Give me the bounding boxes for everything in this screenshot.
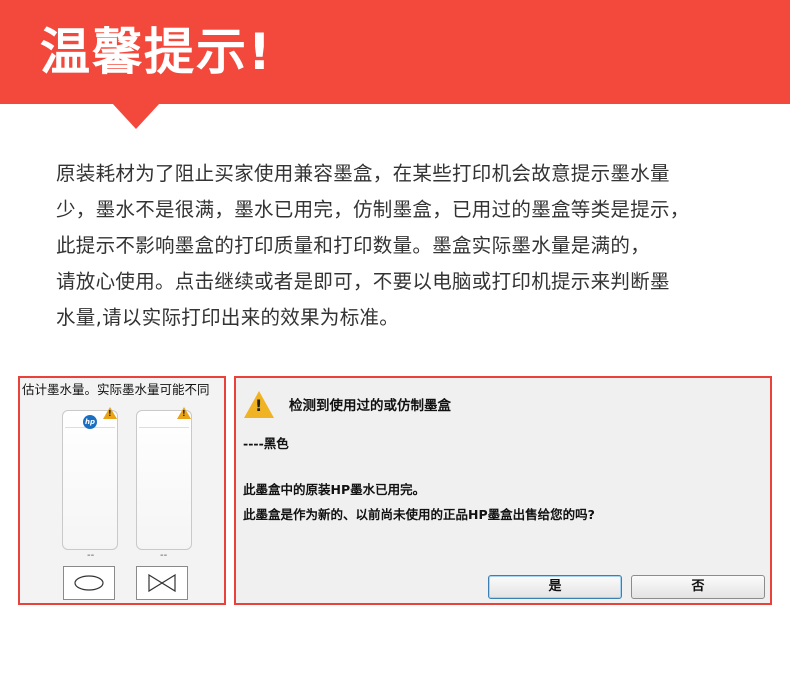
color-cartridge-shape bbox=[136, 566, 188, 600]
ink-level-header: 估计墨水量。实际墨水量可能不同 bbox=[22, 382, 210, 397]
no-button[interactable]: 否 bbox=[631, 575, 765, 599]
warning-icon: ! bbox=[177, 407, 191, 419]
notice-line: 此提示不影响墨盒的打印质量和打印数量。墨盒实际墨水量是满的， bbox=[56, 234, 651, 257]
yes-button[interactable]: 是 bbox=[488, 575, 622, 599]
ink-level-panel: 估计墨水量。实际墨水量可能不同 hp ! ! -- -- bbox=[18, 376, 226, 605]
notice-line: 原装耗材为了阻止买家使用兼容墨盒，在某些打印机会故意提示墨水量 bbox=[56, 162, 670, 185]
black-cartridge-shape bbox=[63, 566, 115, 600]
banner-notch bbox=[112, 103, 160, 129]
banner-title: 温馨提示! bbox=[40, 23, 273, 81]
bowtie-icon bbox=[148, 573, 176, 593]
cartridge-level-label: -- bbox=[87, 550, 95, 561]
hp-logo-icon: hp bbox=[83, 415, 97, 429]
banner: 温馨提示! bbox=[0, 0, 790, 104]
notice-text: 原装耗材为了阻止买家使用兼容墨盒，在某些打印机会故意提示墨水量 少，墨水不是很满… bbox=[56, 156, 766, 336]
dialog-color-line: ----黑色 bbox=[243, 436, 289, 451]
cartridge-level-label: -- bbox=[160, 550, 168, 561]
dialog-question: 此墨盒是作为新的、以前尚未使用的正品HP墨盒出售给您的吗? bbox=[243, 507, 595, 522]
warning-icon: ! bbox=[103, 407, 117, 419]
cartridge-black: hp ! bbox=[62, 407, 118, 550]
notice-line: 少，墨水不是很满，墨水已用完，仿制墨盒，已用过的墨盒等类是提示， bbox=[56, 198, 690, 221]
dialog-message: 此墨盒中的原装HP墨水已用完。 bbox=[243, 482, 426, 497]
warning-icon: ! bbox=[244, 391, 274, 418]
notice-line: 水量,请以实际打印出来的效果为标准。 bbox=[56, 306, 400, 329]
dialog-title: 检测到使用过的或仿制墨盒 bbox=[289, 398, 451, 414]
circle-icon bbox=[74, 575, 104, 591]
used-cartridge-dialog: ! 检测到使用过的或仿制墨盒 ----黑色 此墨盒中的原装HP墨水已用完。 此墨… bbox=[234, 376, 772, 605]
notice-line: 请放心使用。点击继续或者是即可，不要以电脑或打印机提示来判断墨 bbox=[56, 270, 670, 293]
cartridge-color: ! bbox=[136, 407, 192, 550]
